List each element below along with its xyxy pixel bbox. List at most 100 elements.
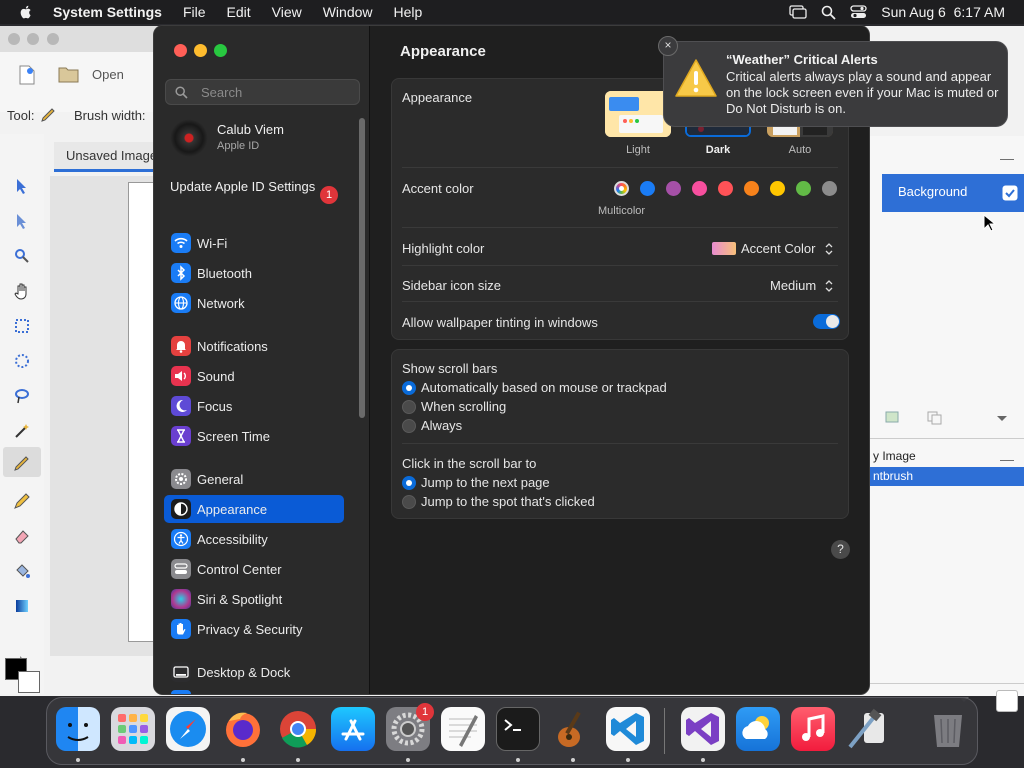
- spotlight-search-icon[interactable]: [821, 5, 836, 20]
- menu-app-name[interactable]: System Settings: [53, 4, 162, 20]
- menu-window[interactable]: Window: [323, 4, 373, 20]
- sidebar-item-accessibility[interactable]: Accessibility: [164, 525, 344, 553]
- sidebar-item-privacy-security[interactable]: Privacy & Security: [164, 615, 344, 643]
- menu-edit[interactable]: Edit: [227, 4, 251, 20]
- dock-vscode-icon[interactable]: [606, 707, 650, 751]
- screen-mirroring-icon[interactable]: [789, 5, 807, 19]
- sidebar-search[interactable]: [165, 79, 360, 105]
- menu-clock[interactable]: Sun Aug 6 6:17 AM: [881, 4, 1005, 20]
- move-arrow-icon[interactable]: [13, 212, 31, 230]
- notification-close-button[interactable]: ×: [658, 36, 678, 56]
- gradient-icon[interactable]: [13, 597, 31, 615]
- sidebar-scrollbar[interactable]: [359, 118, 365, 418]
- apple-id-account[interactable]: Calub Viem Apple ID: [170, 119, 360, 159]
- window-zoom-button[interactable]: [214, 44, 227, 57]
- scroll-radio-automatic[interactable]: [402, 381, 416, 395]
- layer-visible-checkbox-icon[interactable]: [1002, 185, 1018, 201]
- dock-trash-icon[interactable]: [926, 707, 970, 751]
- accent-swatch-blue[interactable]: [640, 181, 655, 196]
- paint-close-button[interactable]: [8, 33, 20, 45]
- dock-garageband-icon[interactable]: [551, 707, 595, 751]
- history-options-button[interactable]: [996, 690, 1018, 712]
- window-close-button[interactable]: [174, 44, 187, 57]
- accent-swatch-multicolor[interactable]: [614, 181, 629, 196]
- sidebar-item-notifications[interactable]: Notifications: [164, 332, 344, 360]
- new-file-icon[interactable]: [18, 65, 36, 85]
- lasso-icon[interactable]: [13, 387, 31, 405]
- open-button-label[interactable]: Open: [92, 67, 124, 82]
- dock-weather-icon[interactable]: [736, 707, 780, 751]
- ellipse-select-icon[interactable]: [13, 352, 31, 370]
- secondary-color-swatch[interactable]: [18, 671, 40, 693]
- open-folder-icon[interactable]: [58, 64, 80, 84]
- dock-firefox-icon[interactable]: [221, 707, 265, 751]
- sidebar-item-appearance[interactable]: Appearance: [164, 495, 344, 523]
- wallpaper-tinting-toggle[interactable]: [813, 314, 840, 329]
- scroll-option-when-scrolling-label[interactable]: When scrolling: [421, 399, 506, 414]
- dock-xcode-icon[interactable]: [846, 707, 890, 751]
- accent-swatch-yellow[interactable]: [770, 181, 785, 196]
- weather-notification[interactable]: × “Weather” Critical Alerts Critical ale…: [658, 36, 1008, 127]
- dock-textedit-icon[interactable]: [441, 707, 485, 751]
- rectangle-select-icon[interactable]: [13, 317, 31, 335]
- window-minimize-button[interactable]: [194, 44, 207, 57]
- history-item[interactable]: y Image: [870, 447, 1024, 466]
- pencil-icon[interactable]: [13, 492, 31, 510]
- sidebar-item-siri-spotlight[interactable]: Siri & Spotlight: [164, 585, 344, 613]
- pan-hand-icon[interactable]: [13, 282, 31, 300]
- accent-swatch-pink[interactable]: [692, 181, 707, 196]
- dock-music-icon[interactable]: [791, 707, 835, 751]
- layers-collapse-icon[interactable]: —: [1000, 150, 1014, 166]
- control-center-icon[interactable]: [850, 5, 867, 19]
- paintbrush-icon[interactable]: [13, 454, 31, 472]
- help-button[interactable]: ?: [831, 540, 850, 559]
- layers-menu-chevron-icon[interactable]: [996, 415, 1008, 423]
- sidebar-item-desktop-dock[interactable]: Desktop & Dock: [164, 658, 344, 686]
- highlight-color-select[interactable]: Accent Color: [741, 241, 815, 256]
- accent-swatch-purple[interactable]: [666, 181, 681, 196]
- highlight-stepper-icon[interactable]: [824, 242, 834, 256]
- eraser-icon[interactable]: [13, 527, 31, 545]
- sidebar-item-wifi[interactable]: Wi-Fi: [164, 229, 344, 257]
- menu-help[interactable]: Help: [394, 4, 423, 20]
- scroll-option-always-label[interactable]: Always: [421, 418, 462, 433]
- dock-launchpad-icon[interactable]: [111, 707, 155, 751]
- select-arrow-icon[interactable]: [13, 177, 31, 195]
- dock-safari-icon[interactable]: [166, 707, 210, 751]
- accent-swatch-graphite[interactable]: [822, 181, 837, 196]
- sidebar-item-general[interactable]: General: [164, 465, 344, 493]
- click-radio-spot-clicked[interactable]: [402, 495, 416, 509]
- accent-swatch-green[interactable]: [796, 181, 811, 196]
- sidebar-icon-size-select[interactable]: Medium: [770, 278, 816, 293]
- icon-size-stepper-icon[interactable]: [824, 279, 834, 293]
- paint-zoom-button[interactable]: [47, 33, 59, 45]
- layer-row-background[interactable]: Background: [882, 174, 1024, 212]
- dock-chrome-icon[interactable]: [276, 707, 320, 751]
- click-option-spot-clicked-label[interactable]: Jump to the spot that's clicked: [421, 494, 595, 509]
- dock-terminal-icon[interactable]: [496, 707, 540, 751]
- sidebar-item-sound[interactable]: Sound: [164, 362, 344, 390]
- appearance-option-light[interactable]: [605, 91, 671, 137]
- dock-visual-studio-icon[interactable]: [681, 707, 725, 751]
- accent-swatch-red[interactable]: [718, 181, 733, 196]
- menu-file[interactable]: File: [183, 4, 206, 20]
- image-tab[interactable]: Unsaved Image: [54, 142, 164, 172]
- sidebar-item-network[interactable]: Network: [164, 289, 344, 317]
- search-input[interactable]: [201, 85, 351, 100]
- dock-app-store-icon[interactable]: [331, 707, 375, 751]
- menu-view[interactable]: View: [272, 4, 302, 20]
- paint-bucket-icon[interactable]: [13, 562, 31, 580]
- click-radio-next-page[interactable]: [402, 476, 416, 490]
- magic-wand-icon[interactable]: [13, 422, 31, 440]
- apple-menu-icon[interactable]: [18, 4, 34, 20]
- duplicate-layer-icon[interactable]: [926, 410, 944, 426]
- sidebar-item-bluetooth[interactable]: Bluetooth: [164, 259, 344, 287]
- paint-minimize-button[interactable]: [27, 33, 39, 45]
- click-option-next-page-label[interactable]: Jump to the next page: [421, 475, 550, 490]
- sidebar-item-focus[interactable]: Focus: [164, 392, 344, 420]
- scroll-radio-when-scrolling[interactable]: [402, 400, 416, 414]
- zoom-icon[interactable]: [13, 247, 31, 265]
- scroll-radio-always[interactable]: [402, 419, 416, 433]
- dock-finder-icon[interactable]: [56, 707, 100, 751]
- history-item-selected[interactable]: ntbrush: [870, 467, 1024, 486]
